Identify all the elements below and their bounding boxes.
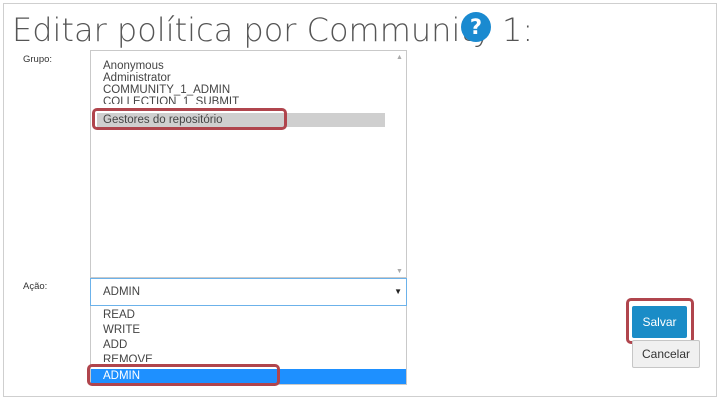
cancel-button[interactable]: Cancelar bbox=[632, 340, 700, 368]
group-listbox[interactable]: Anonymous Administrator COMMUNITY_1_ADMI… bbox=[90, 50, 407, 278]
scroll-down-icon[interactable]: ▼ bbox=[396, 268, 403, 275]
action-option[interactable]: WRITE bbox=[103, 324, 140, 336]
highlight-box-action bbox=[87, 364, 280, 386]
action-select-value: ADMIN bbox=[103, 286, 141, 298]
group-option[interactable]: Anonymous bbox=[103, 60, 164, 72]
group-option[interactable]: COLLECTION_1_SUBMIT bbox=[103, 96, 239, 104]
group-option[interactable]: Administrator bbox=[103, 72, 171, 84]
highlight-box-group bbox=[92, 108, 287, 130]
page-title: Editar política por Community 1: bbox=[12, 11, 534, 49]
group-label: Grupo: bbox=[23, 54, 53, 65]
caret-down-icon[interactable]: ▼ bbox=[394, 287, 402, 296]
action-select[interactable]: ADMIN ▼ bbox=[90, 278, 407, 306]
save-button[interactable]: Salvar bbox=[632, 306, 687, 338]
action-option[interactable]: ADD bbox=[103, 339, 127, 351]
action-option[interactable]: REMOVE bbox=[103, 354, 153, 362]
action-option[interactable]: READ bbox=[103, 309, 135, 321]
scroll-up-icon[interactable]: ▲ bbox=[396, 54, 403, 61]
group-option[interactable]: COMMUNITY_1_ADMIN bbox=[103, 84, 230, 96]
help-icon[interactable]: ? bbox=[461, 12, 491, 42]
listbox-scrollbar[interactable]: ▲ ▼ bbox=[395, 52, 405, 277]
action-label: Ação: bbox=[23, 281, 48, 292]
